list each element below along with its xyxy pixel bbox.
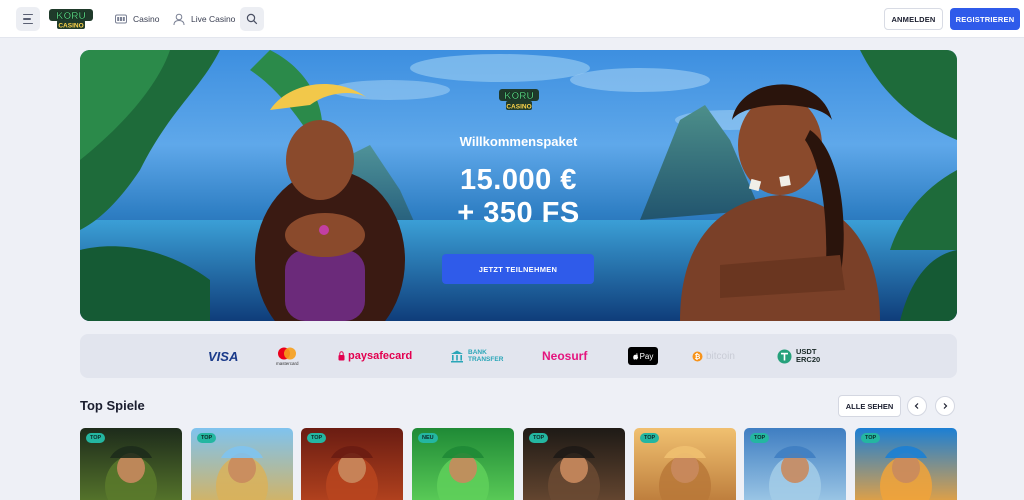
svg-text:CASINO: CASINO [58,23,83,30]
game-badge: TOP [307,433,327,443]
join-now-button[interactable]: JETZT TEILNEHMEN [442,254,594,284]
game-badge: TOP [861,433,881,443]
hero-koru-logo: KORU CASINO [499,89,539,111]
game-badge: TOP [86,433,106,443]
visa-logo: VISA [208,348,239,364]
game-badge: TOP [750,433,770,443]
svg-text:KORU: KORU [504,91,533,102]
search-button[interactable] [240,7,264,31]
dealer-icon [173,13,185,26]
svg-text:₿: ₿ [695,353,701,361]
hero-free-spins: + 350 FS [457,197,580,229]
bitcoin-logo: ₿ bitcoin [692,334,735,378]
view-all-button[interactable]: ALLE SEHEN [838,395,901,417]
game-tile[interactable]: TOP [855,428,957,500]
game-badge: TOP [529,433,549,443]
game-tile[interactable]: TOP [80,428,182,500]
hero-bonus-amount: 15.000 € [460,164,577,196]
tether-icon [777,349,792,363]
top-games-title: Top Spiele [80,398,145,413]
svg-text:CASINO: CASINO [506,104,531,111]
nav-live-casino[interactable]: Live Casino [172,10,235,28]
game-tile[interactable]: TOP [523,428,625,500]
game-badge: TOP [640,433,660,443]
payment-methods-bar: VISA mastercard paysafecard BANK TRANSFE… [80,334,957,378]
apple-icon [632,352,638,360]
game-tile[interactable]: TOP [191,428,293,500]
game-tile[interactable]: TOP [634,428,736,500]
carousel-prev-button[interactable] [907,396,927,416]
neosurf-logo: Neosurf [542,349,588,363]
login-button[interactable]: ANMELDEN [884,8,943,30]
apple-pay-logo: Pay [628,334,658,378]
welcome-banner[interactable]: KORU CASINO Willkommenspaket 15.000 € + … [80,50,957,321]
game-badge: NEU [418,433,438,443]
game-tile[interactable]: NEU [412,428,514,500]
game-tile[interactable]: TOP [301,428,403,500]
nav-live-casino-label: Live Casino [191,14,236,24]
search-icon [246,13,258,25]
top-header: KORU CASINO Casino Live Casino ANMELDEN … [0,0,1024,38]
menu-icon[interactable] [16,7,40,31]
register-button[interactable]: REGISTRIEREN [950,8,1020,30]
paysafecard-logo: paysafecard [338,334,412,378]
bank-transfer-logo: BANK TRANSFER [450,334,508,378]
carousel-next-button[interactable] [935,396,955,416]
game-badge: TOP [197,433,217,443]
mastercard-logo: mastercard [276,334,299,378]
hero-subtitle: Willkommenspaket [459,134,578,149]
game-tile[interactable]: TOP [744,428,846,500]
chevron-left-icon [914,403,919,409]
nav-casino-label: Casino [133,14,160,24]
usdt-erc20-logo: USDT ERC20 [777,334,824,378]
chevron-right-icon [943,403,948,409]
koru-casino-logo[interactable]: KORU CASINO [48,8,94,30]
slot-machine-icon [115,14,127,24]
nav-casino[interactable]: Casino [114,10,159,28]
